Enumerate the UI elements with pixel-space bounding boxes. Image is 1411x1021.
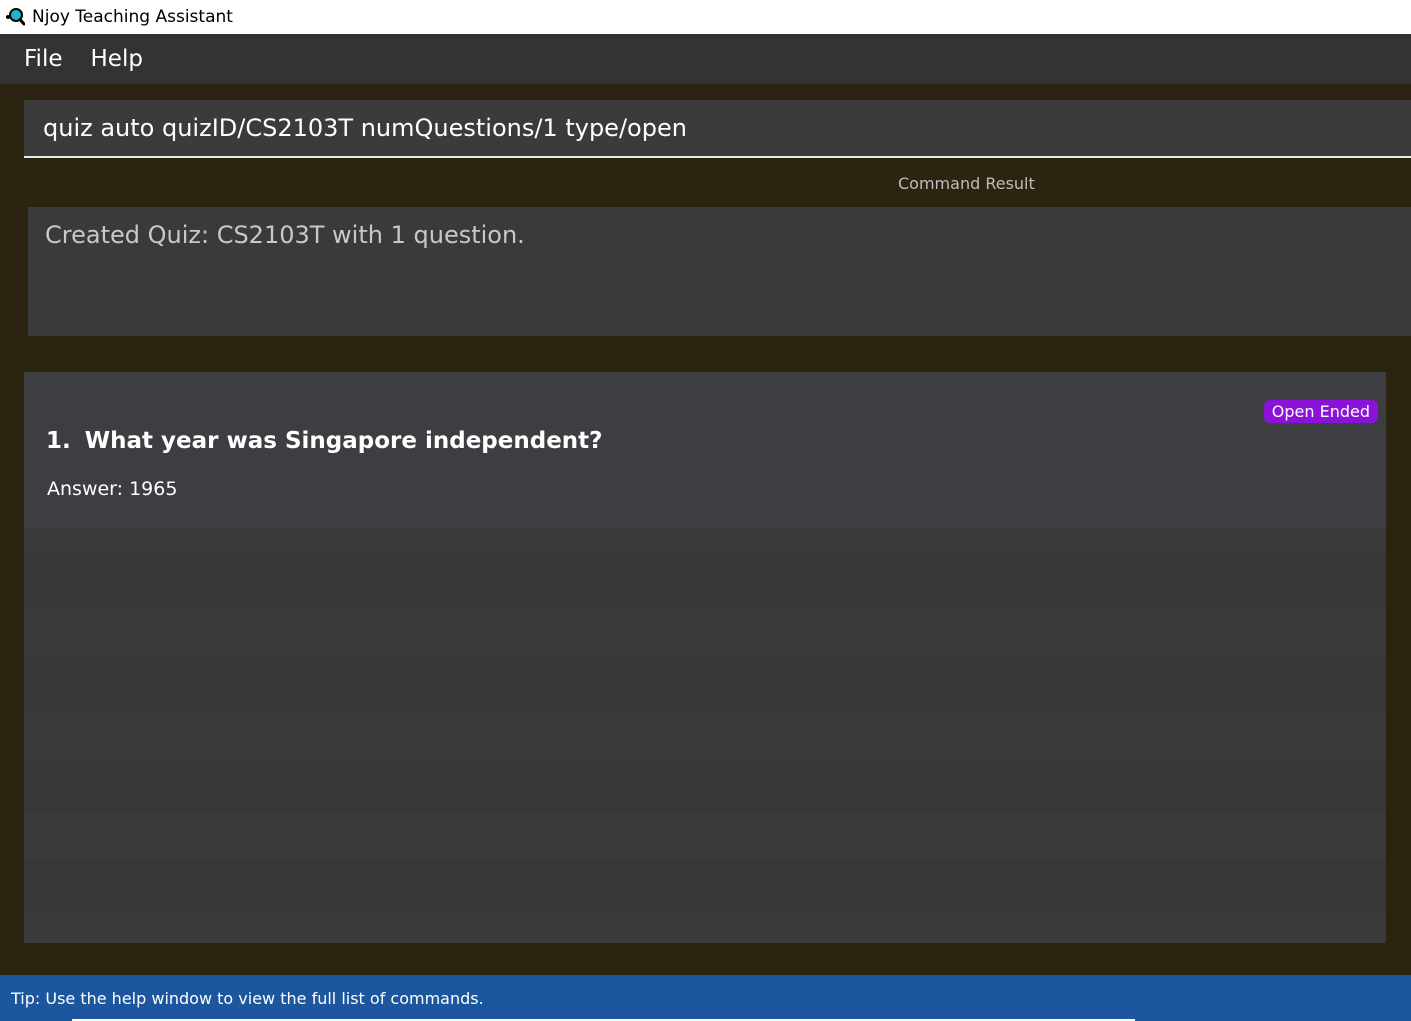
question-title: 1. What year was Singapore independent? [46,428,603,454]
command-result-label: Command Result [898,174,1035,193]
empty-list-row [24,759,1386,810]
command-result-text: Created Quiz: CS2103T with 1 question. [45,221,525,249]
menu-help[interactable]: Help [91,46,143,72]
empty-list-row [24,606,1386,657]
menu-bar: File Help [0,34,1411,84]
empty-list-row [24,555,1386,606]
window-title: Njoy Teaching Assistant [32,7,233,27]
status-bar: Tip: Use the help window to view the ful… [0,975,1411,1021]
magnifier-icon [4,6,26,28]
question-answer: Answer: 1965 [47,478,178,500]
question-card[interactable]: Open Ended 1. What year was Singapore ind… [24,372,1386,529]
title-bar: Njoy Teaching Assistant [0,0,1411,34]
command-input[interactable] [24,99,1411,157]
empty-list-row [24,657,1386,708]
question-list[interactable]: Open Ended 1. What year was Singapore ind… [24,372,1386,943]
empty-list-row [24,912,1386,943]
question-number: 1. [46,428,71,454]
question-text: What year was Singapore independent? [84,428,603,454]
menu-file[interactable]: File [24,46,63,72]
empty-list-row [24,810,1386,861]
command-box [24,99,1411,158]
question-type-badge: Open Ended [1263,400,1378,423]
status-tip: Tip: Use the help window to view the ful… [11,988,484,1008]
command-result-display[interactable]: Created Quiz: CS2103T with 1 question. [28,207,1411,336]
empty-list-row [24,861,1386,912]
empty-list-row [24,708,1386,759]
